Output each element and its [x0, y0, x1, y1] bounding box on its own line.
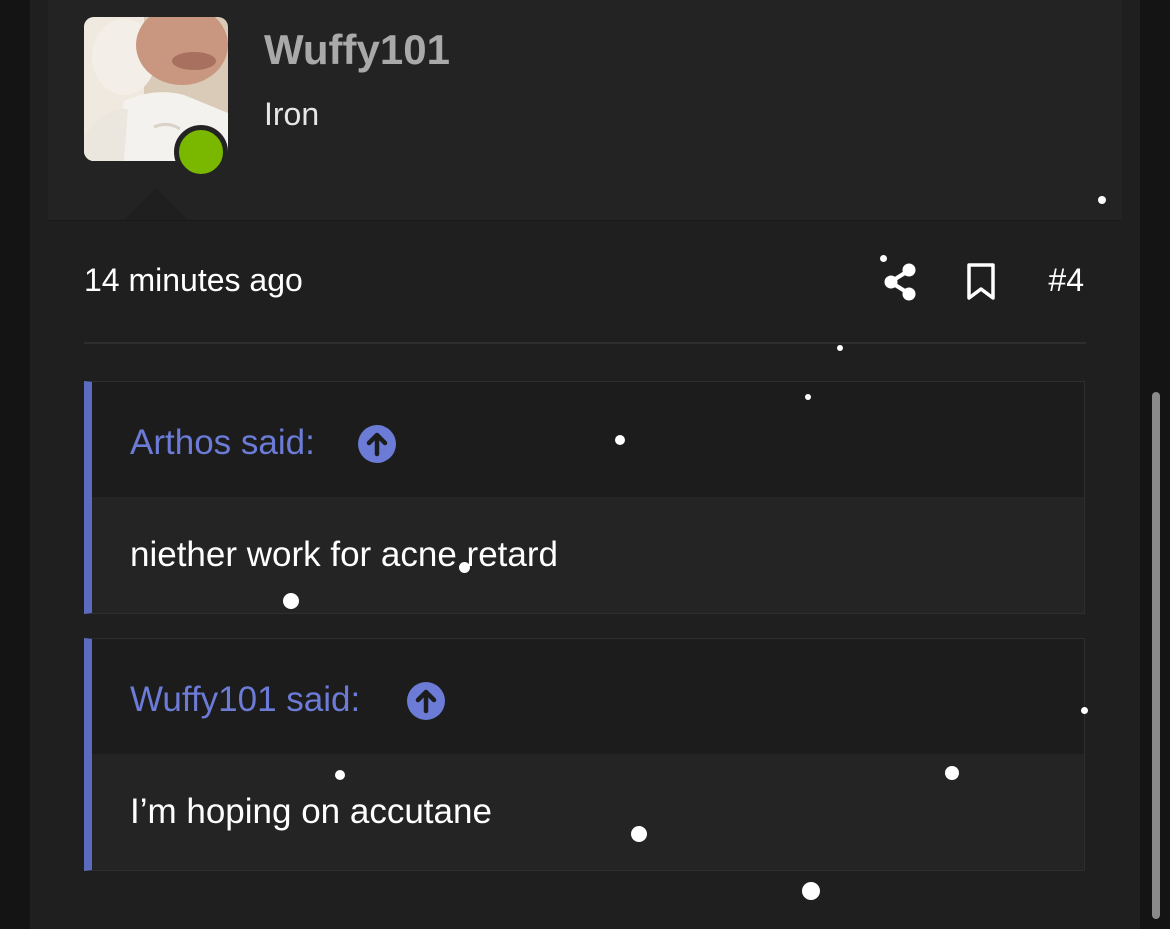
- user-title: Iron: [264, 96, 320, 132]
- snowflake: [283, 593, 299, 609]
- quote-block: Arthos said: niether work for acne retar…: [84, 381, 1085, 614]
- snowflake: [1081, 707, 1088, 714]
- online-status-indicator: [174, 125, 228, 179]
- quote-header: Wuffy101 said:: [92, 639, 1084, 754]
- snowflake: [802, 882, 820, 900]
- snowflake: [805, 394, 811, 400]
- snowflake: [880, 255, 887, 262]
- snowflake: [837, 345, 843, 351]
- quote-header: Arthos said:: [92, 382, 1084, 497]
- bookmark-icon[interactable]: [966, 262, 996, 302]
- post-timestamp[interactable]: 14 minutes ago: [84, 262, 303, 299]
- quote-text: I’m hoping on accutane: [130, 792, 492, 831]
- quote-author-link[interactable]: Wuffy101 said:: [130, 680, 360, 720]
- arrow-up-circle-icon[interactable]: [407, 682, 445, 720]
- snowflake: [945, 766, 959, 780]
- snowflake: [335, 770, 345, 780]
- header-notch: [124, 188, 188, 220]
- snowflake: [459, 562, 470, 573]
- quote-text: niether work for acne retard: [130, 535, 558, 574]
- share-icon[interactable]: [880, 262, 920, 302]
- quote-content: niether work for acne retard: [92, 497, 1084, 612]
- divider: [84, 342, 1086, 344]
- scrollbar[interactable]: [1152, 392, 1160, 919]
- quote-content: I’m hoping on accutane: [92, 754, 1084, 869]
- arrow-up-circle-icon[interactable]: [358, 425, 396, 463]
- username[interactable]: Wuffy101: [264, 26, 450, 74]
- quote-block: Wuffy101 said: I’m hoping on accutane: [84, 638, 1085, 871]
- post-number-link[interactable]: #4: [1020, 262, 1084, 299]
- snowflake: [615, 435, 625, 445]
- quote-author-link[interactable]: Arthos said:: [130, 423, 315, 463]
- snowflake: [1098, 196, 1106, 204]
- snowflake: [631, 826, 647, 842]
